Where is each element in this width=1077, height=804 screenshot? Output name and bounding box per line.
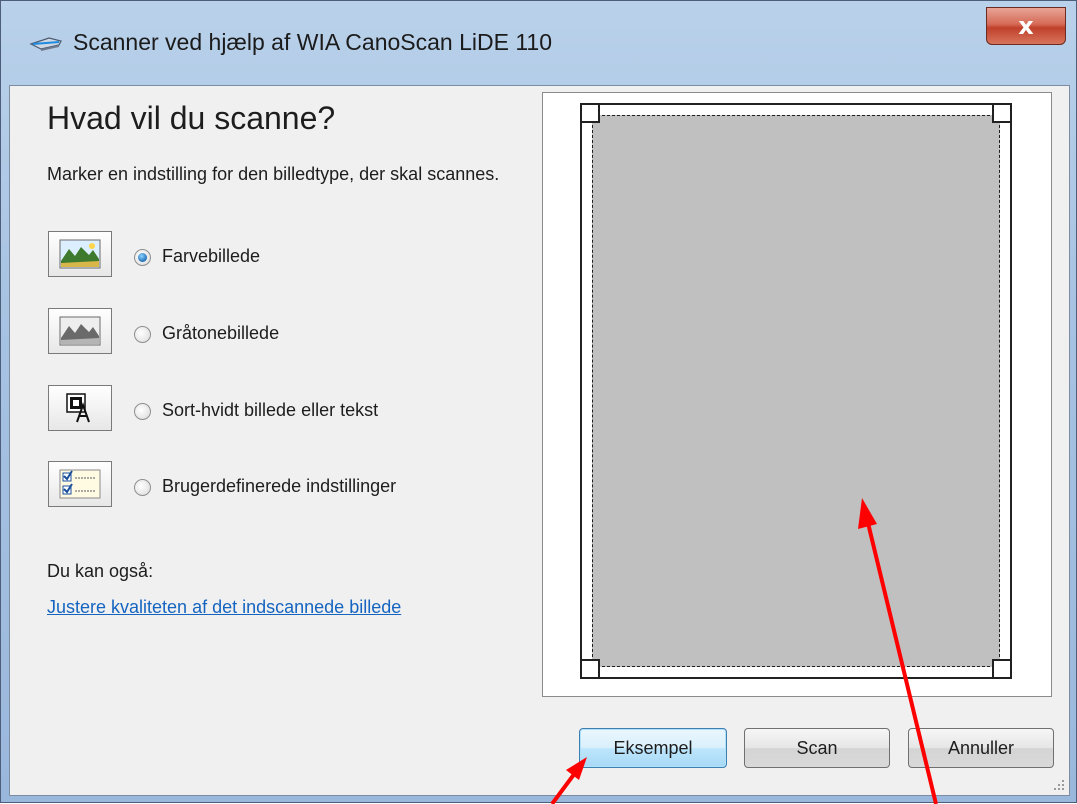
annotation-arrows <box>550 498 938 804</box>
arrow-to-scan-area-icon <box>858 498 938 804</box>
arrow-to-preview-button-icon <box>550 757 587 804</box>
scanner-dialog-window: Scanner ved hjælp af WIA CanoScan LiDE 1… <box>0 0 1077 804</box>
